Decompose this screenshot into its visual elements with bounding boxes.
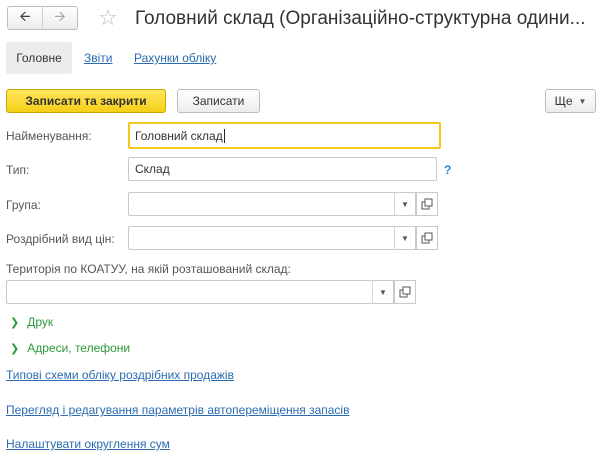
group-label: Група: <box>6 198 41 212</box>
group-dropdown-button[interactable]: ▼ <box>394 192 416 216</box>
group-field[interactable] <box>128 192 395 216</box>
territory-label: Територія по КОАТУУ, на якій розташовани… <box>6 262 291 276</box>
auto-transfer-link[interactable]: Перегляд і редагування параметрів автопе… <box>6 403 349 417</box>
price-type-field[interactable] <box>128 226 395 250</box>
name-label: Найменування: <box>6 129 92 143</box>
arrow-left-icon: 🡨 <box>19 8 31 24</box>
chevron-down-icon: ▼ <box>401 233 409 243</box>
tab-reports[interactable]: Звіти <box>84 51 113 65</box>
type-value: Склад <box>135 162 170 176</box>
rounding-link[interactable]: Налаштувати округлення сум <box>6 437 170 451</box>
chevron-down-icon: ▼ <box>401 199 409 209</box>
open-window-icon <box>421 232 433 244</box>
page-title: Головний склад (Організаційно-структурна… <box>135 8 586 29</box>
print-group-toggle[interactable]: ❯ Друк <box>10 315 53 329</box>
territory-open-button[interactable] <box>394 280 416 304</box>
price-type-dropdown-button[interactable]: ▼ <box>394 226 416 250</box>
price-type-label: Роздрібний вид цін: <box>6 232 115 246</box>
type-field[interactable]: Склад <box>128 157 437 181</box>
save-button[interactable]: Записати <box>177 89 260 113</box>
star-icon[interactable]: ☆ <box>98 5 118 31</box>
more-label: Ще <box>554 94 573 108</box>
price-type-open-button[interactable] <box>416 226 438 250</box>
type-label: Тип: <box>6 163 30 177</box>
open-window-icon <box>399 286 411 298</box>
territory-dropdown-button[interactable]: ▼ <box>372 280 394 304</box>
tab-accounting-accounts[interactable]: Рахунки обліку <box>134 51 216 65</box>
addresses-group-toggle[interactable]: ❯ Адреси, телефони <box>10 341 130 355</box>
forward-button[interactable]: 🡪 <box>42 7 77 29</box>
territory-field[interactable] <box>6 280 373 304</box>
open-window-icon <box>421 198 433 210</box>
name-field[interactable]: Головний склад <box>128 122 441 149</box>
print-group-label: Друк <box>27 315 54 329</box>
text-cursor <box>223 128 225 143</box>
navigation-buttons: 🡨 🡪 <box>7 6 78 30</box>
name-value: Головний склад <box>135 128 223 143</box>
retail-schemes-link[interactable]: Типові схеми обліку роздрібних продажів <box>6 368 234 382</box>
chevron-down-icon: ▼ <box>379 287 387 297</box>
save-and-close-button[interactable]: Записати та закрити <box>6 89 166 113</box>
tab-main[interactable]: Головне <box>6 42 72 74</box>
group-open-button[interactable] <box>416 192 438 216</box>
help-icon[interactable]: ? <box>444 163 451 177</box>
chevron-down-icon: ▼ <box>578 96 587 106</box>
chevron-right-icon: ❯ <box>10 316 20 329</box>
addresses-group-label: Адреси, телефони <box>27 341 131 355</box>
chevron-right-icon: ❯ <box>10 342 20 355</box>
more-button[interactable]: Ще ▼ <box>545 89 596 113</box>
back-button[interactable]: 🡨 <box>8 7 42 29</box>
arrow-right-icon: 🡪 <box>54 8 66 24</box>
